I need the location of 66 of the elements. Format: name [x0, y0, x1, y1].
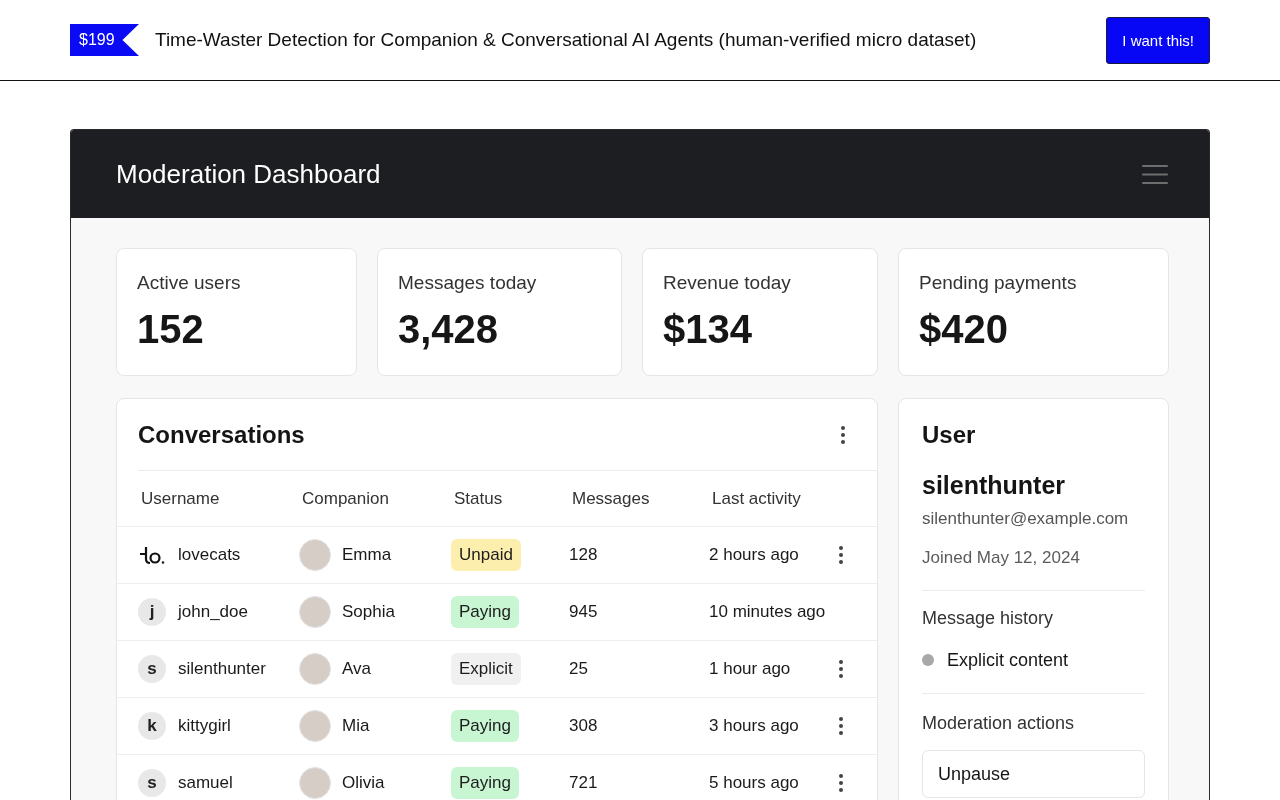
username-cell: silenthunter [178, 659, 266, 679]
messages-cell-text: 945 [569, 602, 599, 622]
stat-label: Pending payments [919, 271, 1078, 295]
companion-cell: Olivia [342, 773, 385, 793]
avatar-logo-icon [138, 545, 166, 565]
kebab-menu-icon[interactable] [839, 717, 843, 735]
avatar-initial: s [138, 655, 166, 683]
kebab-menu-icon[interactable] [839, 660, 843, 678]
photo-placeholder [299, 596, 331, 628]
username-cell: kittygirl [178, 716, 231, 736]
status-tag: Paying [451, 767, 519, 799]
status-tag: Paying [451, 710, 519, 742]
kebab-menu-icon[interactable] [839, 546, 843, 564]
avatar-initial: j [138, 598, 166, 626]
username-cell: john_doe [178, 602, 248, 622]
companion-cell: Ava [342, 659, 371, 679]
stat-value: 152 [137, 306, 205, 352]
stat-label: Messages today [398, 271, 538, 295]
stat-value: 3,428 [398, 306, 500, 352]
user-email: silenthunter@example.com [922, 508, 1130, 530]
avatar-initial: s [138, 769, 166, 797]
stat-value: $420 [919, 306, 1009, 352]
photo-placeholder [299, 653, 331, 685]
column-header: Companion [301, 488, 390, 509]
companion-cell: Mia [342, 716, 370, 736]
username-cell: lovecats [178, 545, 241, 565]
activity-cell-text: 3 hours ago [709, 716, 800, 736]
messages-cell-text: 128 [569, 545, 599, 565]
stat-value: $134 [663, 306, 753, 352]
card-title: User [922, 420, 977, 450]
avatar-initial: k [138, 712, 166, 740]
messages-cell-text: 721 [569, 773, 599, 793]
status-tag: Unpaid [451, 539, 521, 571]
companion-cell: Sophia [342, 602, 395, 622]
activity-cell-text: 2 hours ago [709, 545, 800, 565]
column-header: Username [140, 488, 221, 509]
price-tag: $199 [70, 24, 139, 56]
kebab-menu-icon[interactable] [841, 426, 845, 444]
status-tag: Paying [451, 596, 519, 628]
dashboard-title: Moderation Dashboard [116, 158, 381, 190]
companion-cell: Emma [342, 545, 392, 565]
column-header: Messages [571, 488, 651, 509]
messages-cell-text: 308 [569, 716, 599, 736]
activity-cell-text: 5 hours ago [709, 773, 800, 793]
card-title: Conversations [138, 420, 305, 450]
photo-placeholder [299, 710, 331, 742]
user-name: silenthunter [922, 470, 1067, 501]
photo-placeholder [299, 539, 331, 571]
action-button[interactable]: Unpause [922, 750, 1145, 798]
menu-icon[interactable] [1142, 164, 1168, 184]
section-label: Moderation actions [922, 712, 1076, 735]
section-label: Message history [922, 607, 1055, 630]
username-cell: samuel [178, 773, 233, 793]
column-header: Last activity [711, 488, 802, 509]
kebab-menu-icon[interactable] [839, 774, 843, 792]
stat-label: Active users [137, 271, 242, 295]
column-header: Status [453, 488, 504, 509]
buy-button[interactable]: I want this! [1106, 16, 1210, 64]
activity-cell-text: 1 hour ago [709, 659, 792, 679]
activity-cell-text: 10 minutes ago [709, 602, 827, 622]
messages-cell-text: 25 [569, 659, 589, 679]
join-date: Joined May 12, 2024 [922, 547, 1081, 569]
status-tag: Explicit [451, 653, 521, 685]
history-item: Explicit content [947, 649, 1069, 672]
stat-label: Revenue today [663, 271, 792, 295]
product-title: Time-Waster Detection for Companion & Conversational AI Agents (human-verified micro dataset) [155, 29, 977, 51]
